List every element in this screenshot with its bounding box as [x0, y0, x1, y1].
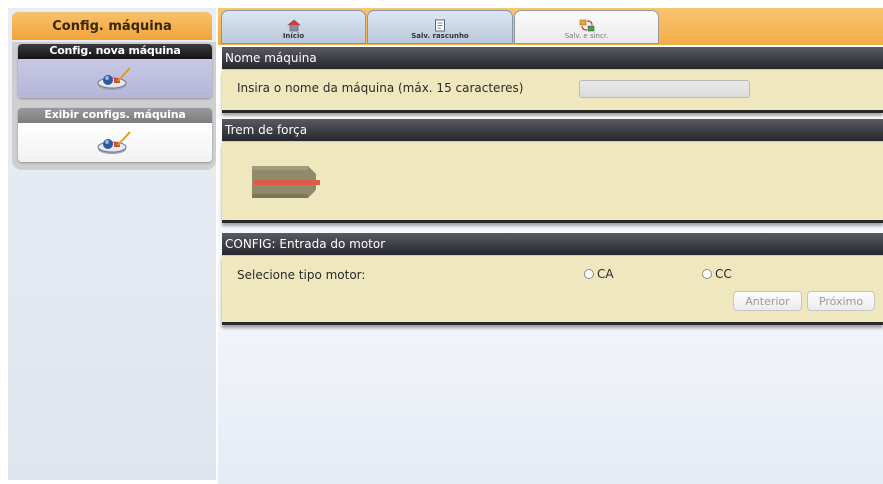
- tab-home[interactable]: Início: [221, 10, 366, 44]
- sidebar-title: Config. máquina: [52, 18, 172, 34]
- motor-icon: [252, 166, 320, 198]
- radio-label: CA: [597, 267, 614, 281]
- machine-name-prompt: Insira o nome da máquina (máx. 15 caract…: [237, 81, 524, 95]
- sidebar-item-label: Exibir configs. máquina: [18, 108, 212, 123]
- tab-save-sync[interactable]: Salv. e sincr.: [514, 10, 659, 44]
- top-tab-bar: Início Salv. rascunho Salv. e sincr.: [218, 8, 883, 45]
- machine-view-icon: [97, 130, 131, 154]
- back-button[interactable]: Anterior: [733, 291, 802, 311]
- section-machine-name: Nome máquina Insira o nome da máquina (m…: [222, 47, 883, 113]
- sidebar-item-new-machine[interactable]: Config. nova máquina: [18, 44, 212, 98]
- machine-name-input[interactable]: [579, 80, 750, 98]
- sidebar-item-view-machine[interactable]: Exibir configs. máquina: [18, 108, 212, 162]
- machine-config-icon: [97, 66, 131, 90]
- section-drivetrain: Trem de força: [222, 119, 883, 223]
- radio-label: CC: [715, 267, 732, 281]
- tab-save-draft[interactable]: Salv. rascunho: [367, 10, 513, 44]
- section-title: Trem de força: [222, 119, 883, 142]
- home-icon: [286, 19, 301, 32]
- tab-label: Salv. rascunho: [411, 32, 469, 40]
- next-button[interactable]: Próximo: [807, 291, 875, 311]
- save-sync-icon: [579, 19, 594, 32]
- sidebar-item-label: Config. nova máquina: [18, 44, 212, 59]
- radio-circle[interactable]: [584, 269, 594, 279]
- save-draft-icon: [435, 19, 445, 32]
- radio-ca[interactable]: CA: [584, 267, 614, 281]
- motor-type-prompt: Selecione tipo motor:: [237, 268, 366, 282]
- sidebar-header: Config. máquina: [12, 12, 212, 40]
- section-title: CONFIG: Entrada do motor: [222, 233, 883, 256]
- radio-cc[interactable]: CC: [702, 267, 732, 281]
- section-title: Nome máquina: [222, 47, 883, 70]
- tab-label: Salv. e sincr.: [564, 32, 609, 40]
- main-content: Nome máquina Insira o nome da máquina (m…: [218, 45, 883, 484]
- radio-circle[interactable]: [702, 269, 712, 279]
- sidebar: Config. máquina Config. nova máquina Exi…: [8, 8, 216, 480]
- section-motor-input: CONFIG: Entrada do motor Selecione tipo …: [222, 233, 883, 325]
- sidebar-panel: Config. nova máquina Exibir configs. máq…: [12, 42, 216, 170]
- tab-label: Início: [282, 32, 305, 40]
